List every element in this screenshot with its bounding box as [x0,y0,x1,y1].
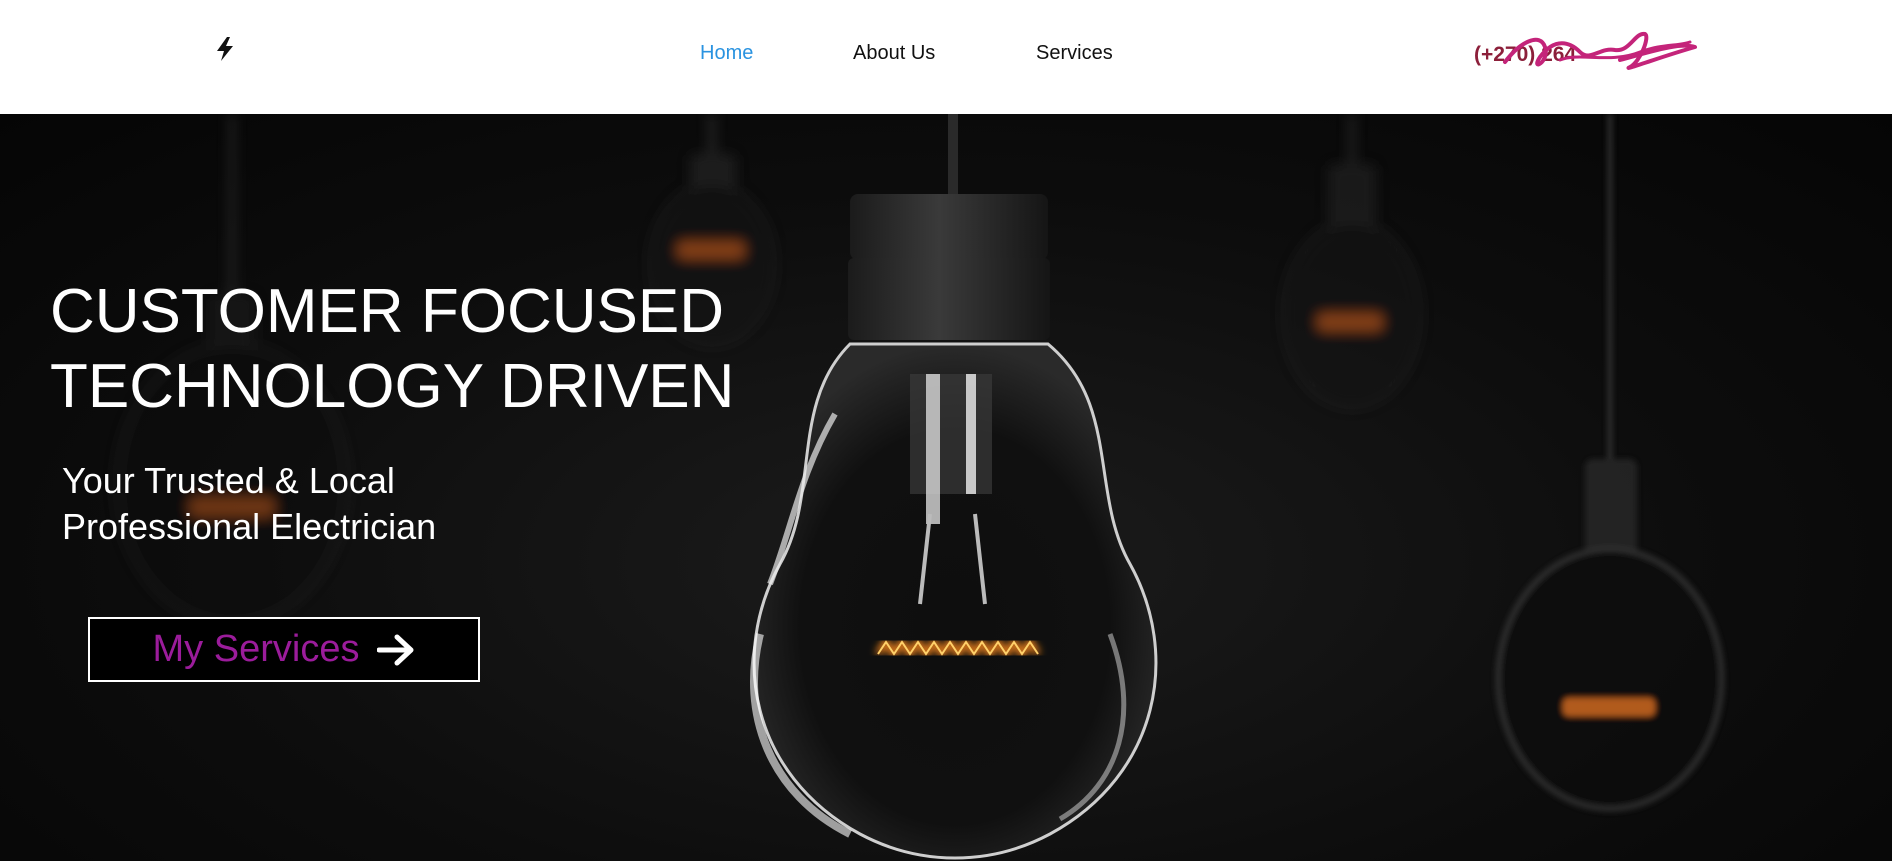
nav-home[interactable]: Home [700,42,753,65]
subhead-line-2: Professional Electrician [62,506,437,547]
site-header: Home About Us Services (+270) 264 [0,0,1892,114]
headline-line-2: TECHNOLOGY DRIVEN [50,352,735,421]
nav-about-us[interactable]: About Us [853,42,935,65]
cta-label: My Services [152,628,360,670]
hero-subheading: Your Trusted & Local Professional Electr… [62,458,436,550]
my-services-button[interactable]: My Services [88,617,480,682]
main-bulb [750,114,1158,860]
nav-services[interactable]: Services [1036,42,1113,65]
hero-headline: CUSTOMER FOCUSED TECHNOLOGY DRIVEN [50,274,734,424]
blurred-bulb-right-top [1282,114,1422,408]
hero-section: CUSTOMER FOCUSED TECHNOLOGY DRIVEN Your … [0,114,1892,861]
subhead-line-1: Your Trusted & Local [62,460,395,501]
arrow-right-icon [377,634,414,665]
phone-number[interactable]: (+270) 264 [1474,43,1576,67]
lightning-bolt-icon[interactable] [214,36,236,62]
headline-line-1: CUSTOMER FOCUSED [50,277,725,346]
blurred-bulb-right-bottom [1495,114,1725,812]
